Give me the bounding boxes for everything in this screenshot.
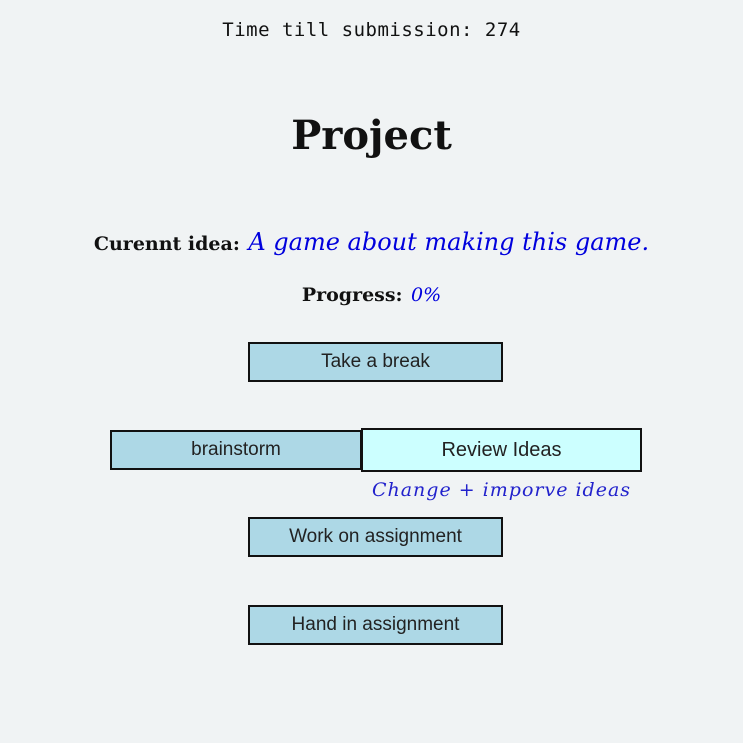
brainstorm-button[interactable]: brainstorm [110,430,362,470]
submission-timer: Time till submission: 274 [0,18,743,42]
hand-in-assignment-button[interactable]: Hand in assignment [248,605,503,645]
current-idea: Curennt idea: A game about making this g… [0,226,743,262]
progress-label: Progress: [301,284,403,306]
progress-display: Progress: 0% [0,280,743,312]
review-ideas-tooltip: Change + imporve ideas [371,479,632,501]
review-ideas-button[interactable]: Review Ideas [361,428,642,472]
take-break-button[interactable]: Take a break [248,342,503,382]
timer-label: Time till submission: [222,19,473,41]
progress-value: 0% [411,284,442,306]
page-title: Project [291,112,452,159]
timer-value: 274 [484,19,521,41]
idea-label: Curennt idea: [93,233,240,255]
work-on-assignment-button[interactable]: Work on assignment [248,517,503,557]
idea-value: A game about making this game. [248,228,650,256]
